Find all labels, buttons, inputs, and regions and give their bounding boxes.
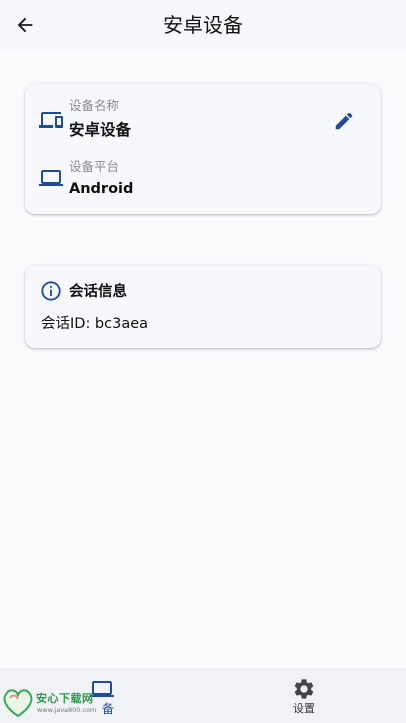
device-info-card: 设备名称 安卓设备 设备平台 Android <box>25 84 381 214</box>
gear-icon <box>294 679 314 699</box>
session-info-title: 会话信息 <box>69 284 127 300</box>
watermark-heart-logo-icon <box>3 689 33 718</box>
laptop-icon <box>39 170 63 186</box>
app-bar: 安卓设备 <box>0 0 406 50</box>
device-name-value: 安卓设备 <box>69 121 132 139</box>
edit-pencil-icon <box>335 112 353 130</box>
device-platform-label: 设备平台 <box>69 159 120 174</box>
device-platform-value: Android <box>69 181 134 197</box>
watermark-url: www.java800.com <box>37 706 97 714</box>
nav-label-settings: 设置 <box>293 702 315 715</box>
session-info-card: 会话信息 会话ID: bc3aea <box>25 265 381 348</box>
info-icon <box>41 281 61 301</box>
devices-icon <box>39 112 63 128</box>
device-name-label: 设备名称 <box>69 98 120 113</box>
session-id-text: 会话ID: bc3aea <box>41 316 149 332</box>
watermark: 安心下载网 www.java800.com <box>0 686 120 722</box>
nav-item-settings[interactable]: 设置 <box>203 668 406 723</box>
edit-button[interactable] <box>331 108 357 134</box>
page-title: 安卓设备 <box>163 13 243 37</box>
watermark-text: 安心下载网 <box>36 692 94 705</box>
